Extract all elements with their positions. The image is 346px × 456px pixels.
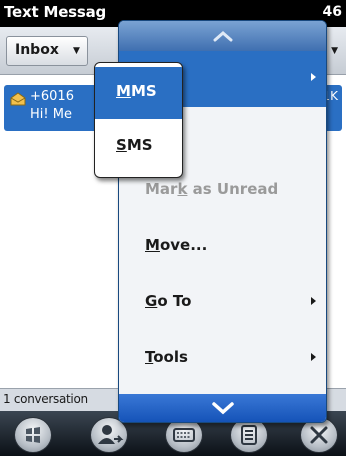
submenu-item-sms[interactable]: SMS xyxy=(95,121,182,173)
conversation-count: 1 conversation xyxy=(3,392,88,406)
menu-item-tools[interactable]: Tools xyxy=(119,331,326,387)
submenu-item-label: SMS xyxy=(116,136,153,154)
folder-label: Inbox xyxy=(15,42,59,58)
clock-time: 46 xyxy=(322,4,342,20)
submenu-item-label: MMS xyxy=(116,82,157,100)
menu-scroll-down-button[interactable] xyxy=(119,394,326,422)
chevron-down-icon: ▼ xyxy=(73,46,80,56)
envelope-icon xyxy=(9,91,27,111)
menu-item-label: Move... xyxy=(145,236,208,254)
folder-dropdown[interactable]: Inbox ▼ xyxy=(6,36,88,66)
contacts-icon xyxy=(98,425,124,444)
menu-item-label: Go To xyxy=(145,292,192,310)
message-preview: Hi! Me xyxy=(30,107,72,122)
menu-item-move[interactable]: Move... xyxy=(119,219,326,275)
menu-item-label: Mark as Unread xyxy=(145,180,279,198)
submenu-arrow-icon xyxy=(311,353,316,361)
menu-list-icon xyxy=(241,425,257,445)
close-icon xyxy=(310,426,328,444)
menu-item-label: Tools xyxy=(145,348,188,366)
chevron-down-icon xyxy=(212,402,234,415)
menu-scroll-up-button[interactable] xyxy=(119,21,326,51)
submenu-arrow-icon xyxy=(311,73,316,81)
submenu-arrow-icon xyxy=(311,297,316,305)
chevron-up-icon xyxy=(213,31,233,42)
message-sender: +6016 xyxy=(30,89,74,104)
new-message-submenu: MMS SMS xyxy=(94,62,183,178)
keyboard-icon xyxy=(173,428,195,442)
windows-start-icon xyxy=(26,427,40,443)
submenu-item-mms[interactable]: MMS xyxy=(95,67,182,119)
menu-item-go-to[interactable]: Go To xyxy=(119,275,326,331)
app-title: Text Messag xyxy=(4,3,107,21)
windows-start-button[interactable] xyxy=(14,417,52,453)
sort-dropdown-arrow-icon[interactable]: ▼ xyxy=(331,46,338,56)
